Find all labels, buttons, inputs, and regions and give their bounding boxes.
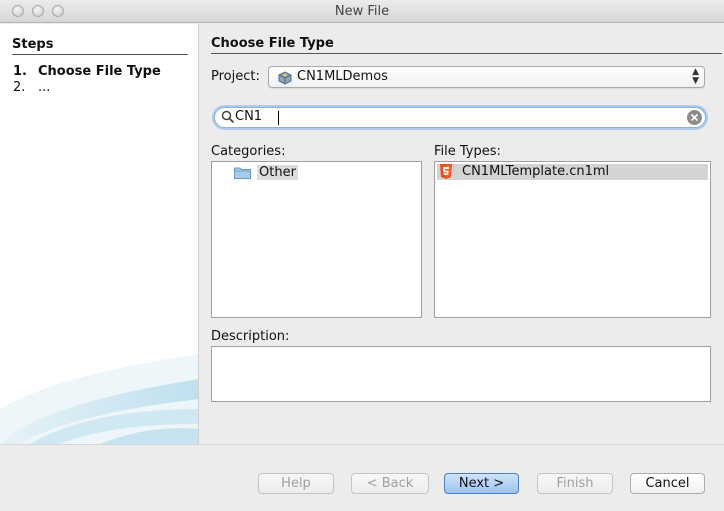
description-area [211, 346, 711, 402]
step-1: 1. Choose File Type [13, 64, 161, 79]
folder-icon [234, 167, 251, 179]
help-button[interactable]: Help [258, 473, 334, 494]
file-types-label: File Types: [434, 144, 501, 159]
next-button[interactable]: Next > [444, 473, 519, 494]
file-type-label: CN1MLTemplate.cn1ml [462, 164, 610, 179]
project-label: Project: [211, 69, 260, 84]
categories-list[interactable]: Other [211, 161, 422, 318]
search-input[interactable]: CN1 [235, 109, 262, 124]
step-number: 1. [13, 64, 27, 79]
steps-panel: Steps 1. Choose File Type 2.... [0, 24, 199, 444]
window-title: New File [334, 4, 390, 19]
steps-header: Steps [12, 37, 188, 55]
file-types-list[interactable]: CN1MLTemplate.cn1ml [434, 161, 711, 318]
clear-icon[interactable] [687, 110, 702, 125]
search-field[interactable]: CN1 [214, 107, 706, 128]
back-button[interactable]: < Back [351, 473, 429, 494]
categories-label: Categories: [211, 144, 286, 159]
updown-arrows-icon: ▲ ▼ [692, 67, 699, 86]
project-value: CN1MLDemos [297, 69, 388, 84]
step-number: 2. [13, 80, 26, 95]
title-bar: New File [0, 0, 724, 23]
description-label: Description: [211, 329, 290, 344]
finish-button[interactable]: Finish [537, 473, 613, 494]
section-title: Choose File Type [211, 36, 722, 54]
main-panel: Choose File Type Project: CN1MLDemos ▲ ▼ … [199, 24, 724, 444]
html5-icon [440, 164, 452, 179]
project-icon [278, 71, 292, 85]
list-item[interactable]: CN1MLTemplate.cn1ml [437, 164, 708, 180]
step-2: 2.... [13, 80, 50, 95]
step-label: Choose File Type [38, 64, 161, 79]
category-label: Other [257, 165, 298, 180]
button-bar: Help < Back Next > Finish Cancel [0, 444, 724, 511]
cancel-button[interactable]: Cancel [630, 473, 705, 494]
step-label: ... [38, 80, 51, 95]
decorative-swoosh [0, 354, 198, 444]
text-caret [278, 111, 279, 125]
project-combobox[interactable]: CN1MLDemos ▲ ▼ [268, 66, 705, 88]
search-icon [221, 110, 235, 124]
